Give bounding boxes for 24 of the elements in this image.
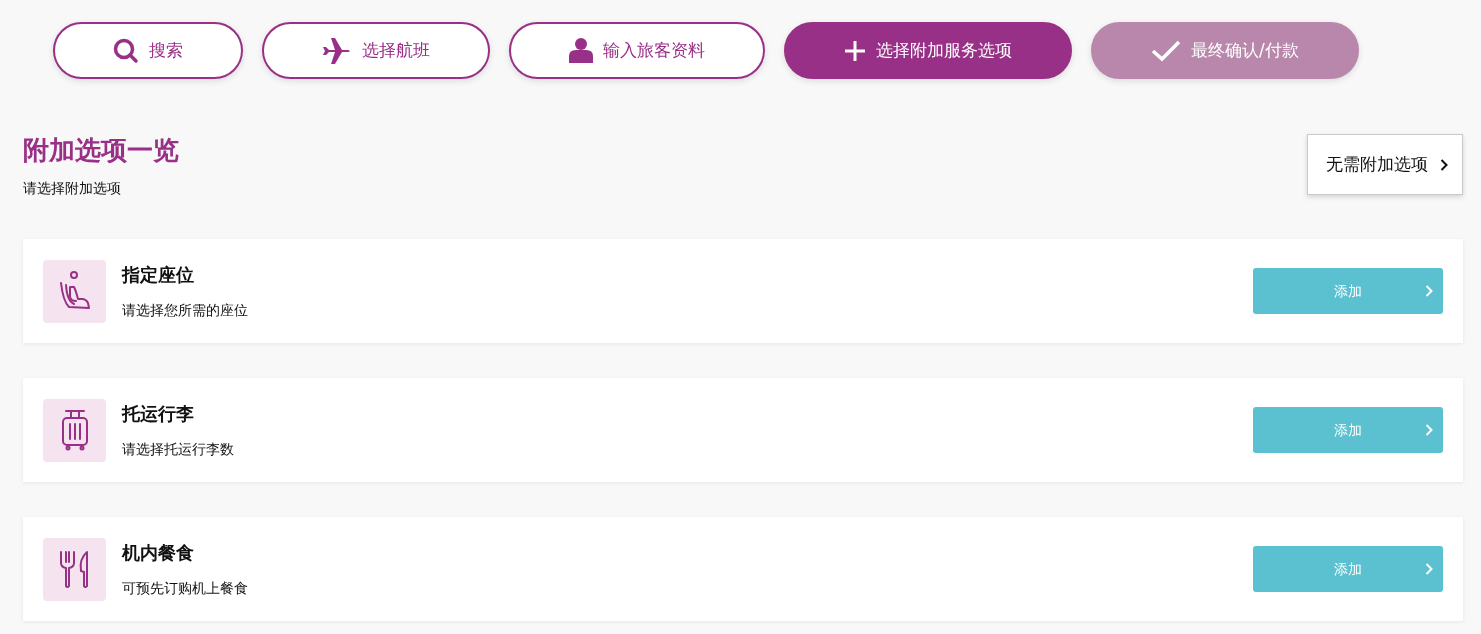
- page-heading: 附加选项一览: [23, 135, 179, 167]
- checkmark-icon: [1151, 39, 1181, 62]
- skip-button[interactable]: 无需附加选项: [1307, 134, 1463, 195]
- search-icon: [113, 37, 139, 64]
- seat-icon: [57, 271, 92, 312]
- chevron-right-icon: [1425, 424, 1433, 437]
- step-button[interactable]: 选择航班: [262, 22, 490, 79]
- step-button[interactable]: 输入旅客资料: [509, 22, 765, 79]
- option-description: 请选择托运行李数: [122, 440, 235, 460]
- luggage-icon: [59, 409, 90, 452]
- chevron-right-icon: [1425, 563, 1433, 576]
- option-description: 可预先订购机上餐食: [122, 579, 249, 599]
- chevron-right-icon: [1425, 285, 1433, 298]
- plus-icon: [844, 39, 866, 62]
- step-button[interactable]: 选择附加服务选项: [784, 22, 1072, 79]
- airplane-icon: [322, 36, 352, 65]
- step-button[interactable]: 搜索: [53, 22, 243, 79]
- option-description: 请选择您所需的座位: [122, 301, 249, 321]
- person-icon: [569, 38, 593, 63]
- option-title: 机内餐食: [122, 541, 195, 566]
- option-title: 指定座位: [122, 263, 195, 288]
- chevron-right-icon: [1440, 158, 1448, 171]
- page-subtitle: 请选择附加选项: [23, 179, 122, 199]
- option-title: 托运行李: [122, 402, 195, 427]
